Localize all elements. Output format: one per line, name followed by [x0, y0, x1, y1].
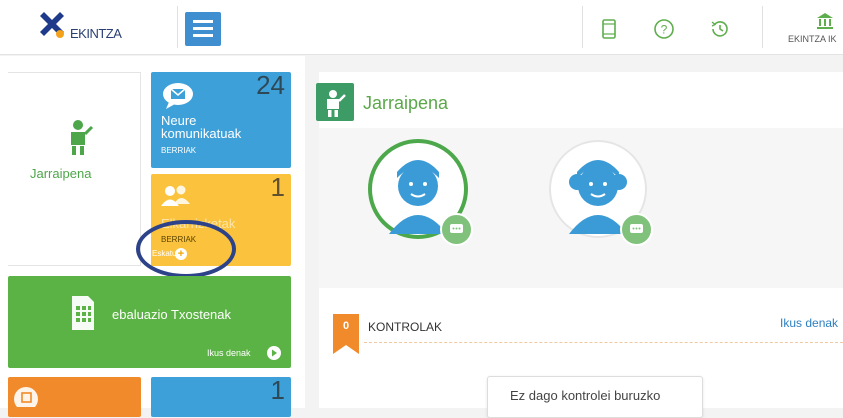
- empty-state-text: Ez dago kontrolei buruzko: [510, 388, 661, 403]
- tablet-icon[interactable]: [598, 18, 620, 40]
- jarraipena-card-label: Jarraipena: [30, 166, 92, 181]
- ikus-denak-link[interactable]: Ikus denak: [207, 348, 251, 358]
- play-icon[interactable]: [267, 346, 281, 360]
- divider: [762, 6, 763, 48]
- ikus-denak-link[interactable]: Ikus denak: [780, 316, 838, 330]
- divider: [582, 6, 583, 48]
- child-icon: [71, 120, 94, 155]
- tile-count: 1: [270, 377, 285, 405]
- top-bar: EKINTZA ? EKINTZA IK: [0, 0, 843, 55]
- divider: [364, 342, 843, 343]
- jarraipena-header-icon: [316, 83, 354, 121]
- institution-icon: [817, 13, 833, 29]
- tile-count: 1: [270, 174, 285, 202]
- help-icon[interactable]: ?: [653, 18, 675, 40]
- svg-text:?: ?: [661, 23, 668, 37]
- ekintza-logo[interactable]: EKINTZA: [38, 10, 148, 46]
- tile-blue-bottom[interactable]: 1: [151, 377, 291, 417]
- tile-title: ebaluazio Txostenak: [112, 307, 232, 322]
- menu-button[interactable]: [185, 12, 221, 46]
- chat-bubble-icon[interactable]: [620, 213, 653, 246]
- history-icon[interactable]: [709, 18, 731, 40]
- institution-label: EKINTZA IK: [788, 34, 837, 44]
- empty-state-box: Ez dago kontrolei buruzko: [487, 376, 703, 418]
- kontrolak-title: KONTROLAK: [368, 320, 443, 334]
- page-title: Jarraipena: [363, 93, 449, 113]
- divider: [177, 6, 178, 48]
- calendar-icon: [14, 387, 38, 407]
- people-icon: [161, 185, 190, 206]
- tile-count: 24: [256, 72, 285, 100]
- tile-badge: BERRIAK: [161, 146, 197, 155]
- chat-bubble-icon[interactable]: [440, 213, 473, 246]
- tile-title: Neure komunikatuak: [161, 113, 242, 141]
- logo-text: EKINTZA: [70, 26, 122, 41]
- tile-komunikatuak[interactable]: 24 Neure komunikatuak BERRIAK: [151, 72, 291, 168]
- report-icon: [72, 296, 94, 330]
- highlight-circle: [136, 220, 236, 278]
- kontrolak-count: 0: [342, 320, 350, 332]
- tile-orange[interactable]: [8, 377, 141, 417]
- institution-button[interactable]: EKINTZA IK: [788, 12, 843, 48]
- kontrolak-count-badge: 0: [333, 314, 359, 354]
- chat-icon: [163, 83, 193, 109]
- logo-icon: [40, 12, 64, 38]
